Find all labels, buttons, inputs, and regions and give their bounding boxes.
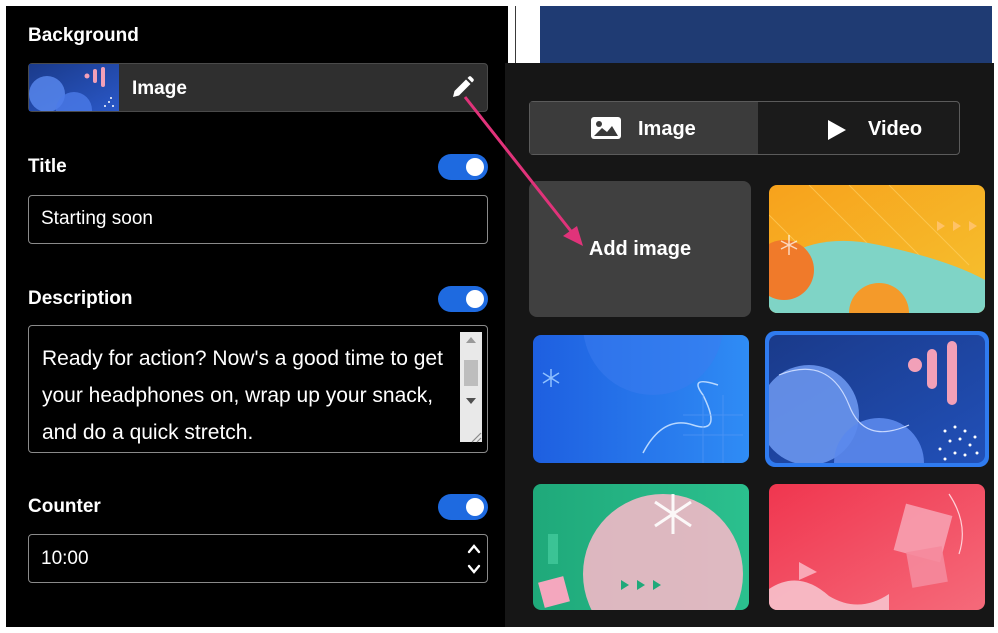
annotation-arrow-icon: [463, 96, 583, 246]
